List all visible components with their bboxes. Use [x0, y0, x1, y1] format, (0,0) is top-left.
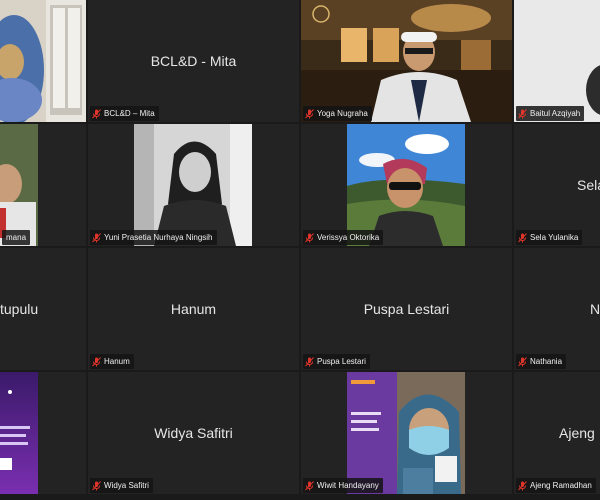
- participant-label: Baitul Azqiyah: [516, 106, 585, 121]
- participant-label: Ajeng Ramadhan: [516, 478, 596, 493]
- mic-muted-icon: [305, 480, 314, 491]
- participant-video: [301, 0, 512, 122]
- participant-tile[interactable]: Baitul Azqiyah: [514, 0, 600, 122]
- participant-label: Hanum: [90, 354, 134, 369]
- participant-tile[interactable]: mana: [0, 124, 86, 246]
- participant-tile[interactable]: Yuni Prasetia Nurhaya Ningsih: [88, 124, 299, 246]
- mic-muted-icon: [518, 232, 527, 243]
- mic-muted-icon: [92, 356, 101, 367]
- mic-muted-icon: [518, 480, 527, 491]
- participant-tile[interactable]: Hanum Hanum: [88, 248, 299, 370]
- participant-name: Hanum: [170, 301, 217, 317]
- mic-muted-icon: [518, 108, 527, 119]
- mic-muted-icon: [92, 480, 101, 491]
- participant-video: [347, 124, 465, 246]
- participant-name: tupulu: [0, 301, 39, 317]
- participant-name: N: [590, 301, 600, 317]
- participant-label: Puspa Lestari: [303, 354, 370, 369]
- participant-label: Yoga Nugraha: [303, 106, 372, 121]
- participant-label: Yuni Prasetia Nurhaya Ningsih: [90, 230, 217, 245]
- participant-tile[interactable]: [0, 372, 86, 494]
- participant-tile[interactable]: Puspa Lestari Puspa Lestari: [301, 248, 512, 370]
- participant-video: [514, 0, 600, 122]
- mic-muted-icon: [305, 232, 314, 243]
- participant-label: Widya Safitri: [90, 478, 153, 493]
- participant-name: Widya Safitri: [154, 425, 233, 441]
- participant-label: Nathania: [516, 354, 567, 369]
- participant-tile[interactable]: N Nathania: [514, 248, 600, 370]
- participant-video: [0, 0, 86, 122]
- gallery-grid: BCL&D - Mita BCL&D – Mita Yoga Nugraha B…: [0, 0, 600, 500]
- participant-label: BCL&D – Mita: [90, 106, 159, 121]
- mic-muted-icon: [92, 108, 101, 119]
- participant-tile[interactable]: tupulu: [0, 248, 86, 370]
- mic-muted-icon: [518, 356, 527, 367]
- participant-name: Puspa Lestari: [363, 301, 450, 317]
- participant-tile[interactable]: BCL&D - Mita BCL&D – Mita: [88, 0, 299, 122]
- participant-tile[interactable]: [0, 0, 86, 122]
- participant-tile[interactable]: Wiwit Handayany: [301, 372, 512, 494]
- participant-tile[interactable]: Verissya Oktorika: [301, 124, 512, 246]
- participant-video: [347, 372, 465, 494]
- participant-video: [0, 372, 38, 494]
- participant-tile[interactable]: Widya Safitri Widya Safitri: [88, 372, 299, 494]
- participant-name: BCL&D - Mita: [150, 53, 237, 69]
- participant-label: Sela Yulanika: [516, 230, 583, 245]
- participant-video: [134, 124, 252, 246]
- participant-name: Ajeng: [559, 425, 595, 441]
- participant-tile[interactable]: Yoga Nugraha: [301, 0, 512, 122]
- participant-label: mana: [2, 230, 31, 245]
- participant-name: Sela: [577, 177, 600, 193]
- participant-label: Wiwit Handayany: [303, 478, 383, 493]
- participant-video: [0, 124, 86, 246]
- participant-tile[interactable]: Ajeng Ajeng Ramadhan: [514, 372, 600, 494]
- mic-muted-icon: [92, 232, 101, 243]
- participant-tile[interactable]: Sela Sela Yulanika: [514, 124, 600, 246]
- participant-label: Verissya Oktorika: [303, 230, 384, 245]
- mic-muted-icon: [305, 356, 314, 367]
- mic-muted-icon: [305, 108, 314, 119]
